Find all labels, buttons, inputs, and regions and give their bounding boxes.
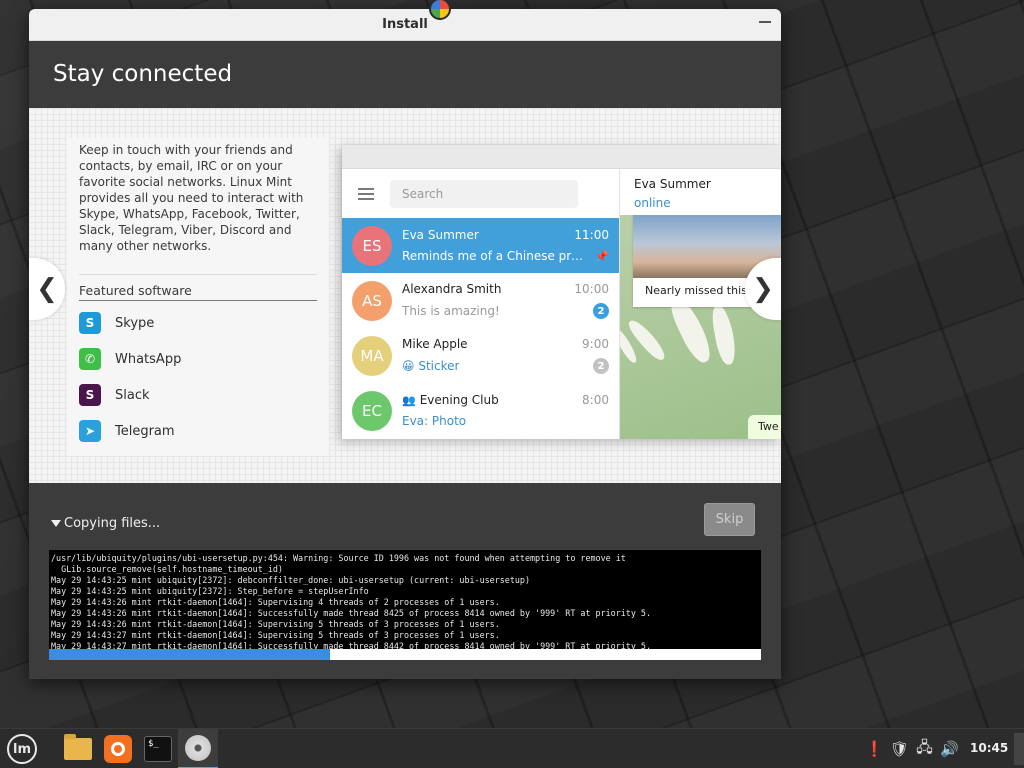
firefox-launcher[interactable] [98,729,138,768]
progress-label: Copying files... [64,516,161,531]
software-item-skype: S Skype [79,305,317,341]
chat-wallpaper: Nearly missed this s Twe [620,215,781,439]
skype-icon: S [79,312,101,334]
unread-badge: 2 [593,358,609,374]
volume-icon[interactable]: 🔊 [937,740,962,758]
chat-item: AS Alexandra Smith 10:00 This is amazing!… [342,273,619,328]
chevron-right-icon: ❯ [752,274,774,304]
page-title: Stay connected [53,61,233,87]
avatar: ES [352,225,392,266]
folder-icon [64,734,92,760]
chat-name: Alexandra Smith [402,282,502,296]
files-launcher[interactable] [58,729,98,768]
show-desktop-button[interactable] [1014,733,1024,765]
whatsapp-icon: ✆ [79,348,101,370]
contact-name: Eva Summer [634,177,711,191]
installer-window: Install Stay connected ❮ ❯ Keep in touch… [29,9,781,679]
notification-icon[interactable]: ❗ [862,740,887,758]
previous-slide-button[interactable]: ❮ [29,258,65,320]
chat-time: 10:00 [574,282,609,296]
slack-icon: S [79,384,101,406]
software-label: WhatsApp [115,351,182,367]
chat-preview: Eva: Photo [402,414,467,428]
software-label: Skype [115,315,155,331]
linux-mint-menu-icon: lm [7,734,37,764]
minimize-button[interactable] [759,21,771,23]
featured-software-title: Featured software [79,274,317,301]
message-bubble: Twe [748,415,781,439]
disc-icon [185,735,211,761]
avatar: MA [352,335,392,376]
chat-item: ES Eva Summer 11:00 Reminds me of a Chine… [342,218,619,273]
chat-name: Eva Summer [402,228,479,242]
unread-badge: 2 [593,303,609,319]
chat-item: MA Mike Apple 9:00 😀 Sticker 2 [342,328,619,383]
window-title: Install [382,17,428,32]
contact-status: online [634,196,671,210]
menu-button[interactable]: lm [2,729,42,768]
chat-preview: 😀 Sticker [402,359,460,373]
featured-software-list: S Skype ✆ WhatsApp S Slack ➤ Telegram [79,305,317,449]
avatar: EC [352,390,392,431]
firefox-icon [104,735,132,763]
hamburger-menu-icon [358,187,374,200]
pin-icon: 📌 [595,249,609,263]
chat-preview: Reminds me of a Chinese prover... [402,249,587,263]
telegram-icon: ➤ [79,420,101,442]
telegram-chat-list: Search ES Eva Summer 11:00 Reminds me of … [342,169,619,439]
installer-task-button[interactable] [178,729,218,768]
slide-text-panel: Keep in touch with your friends and cont… [67,138,329,456]
telegram-screenshot: Search ES Eva Summer 11:00 Reminds me of … [342,145,781,439]
progress-fill [49,649,331,660]
chat-time: 11:00 [574,228,609,242]
clock[interactable]: 10:45 [970,741,1008,755]
system-tray: ❗ 🛡 🖧 🔊 [862,729,962,768]
software-label: Telegram [115,423,175,439]
chat-item: EC 👥 Evening Club 8:00 Eva: Photo [342,383,619,438]
telegram-titlebar [342,145,781,169]
slide-header: Stay connected [29,41,781,108]
shield-icon[interactable]: 🛡 [887,740,912,758]
details-expander[interactable]: Copying files... [51,516,160,531]
progress-bar [49,649,761,660]
software-item-telegram: ➤ Telegram [79,413,317,449]
slide-description: Keep in touch with your friends and cont… [79,143,304,253]
software-label: Slack [115,387,150,403]
telegram-search-row: Search [342,169,619,218]
terminal-launcher[interactable]: $_ [138,729,178,768]
chat-name: Mike Apple [402,337,468,351]
chat-preview: This is amazing! [402,304,500,318]
expander-triangle-icon [51,520,61,527]
window-titlebar[interactable]: Install [29,9,781,41]
chat-time: 8:00 [582,393,609,407]
slideshow: ❮ ❯ Keep in touch with your friends and … [29,108,781,483]
chevron-left-icon: ❮ [36,274,58,304]
software-item-whatsapp: ✆ WhatsApp [79,341,317,377]
taskbar: lm $_ ❗ 🛡 🖧 🔊 10:45 [0,728,1024,768]
avatar: AS [352,280,392,321]
telegram-search: Search [390,179,578,208]
terminal-icon: $_ [144,736,172,762]
progress-area: Copying files... Skip /usr/lib/ubiquity/… [29,483,781,679]
software-item-slack: S Slack [79,377,317,413]
install-log: /usr/lib/ubiquity/plugins/ubi-usersetup.… [49,550,761,651]
network-icon[interactable]: 🖧 [912,737,937,762]
group-icon: 👥 [402,394,416,407]
conversation-header: Eva Summer online [620,169,781,215]
chat-time: 9:00 [582,337,609,351]
skip-button[interactable]: Skip [704,503,755,536]
chat-name: Evening Club [419,393,499,407]
